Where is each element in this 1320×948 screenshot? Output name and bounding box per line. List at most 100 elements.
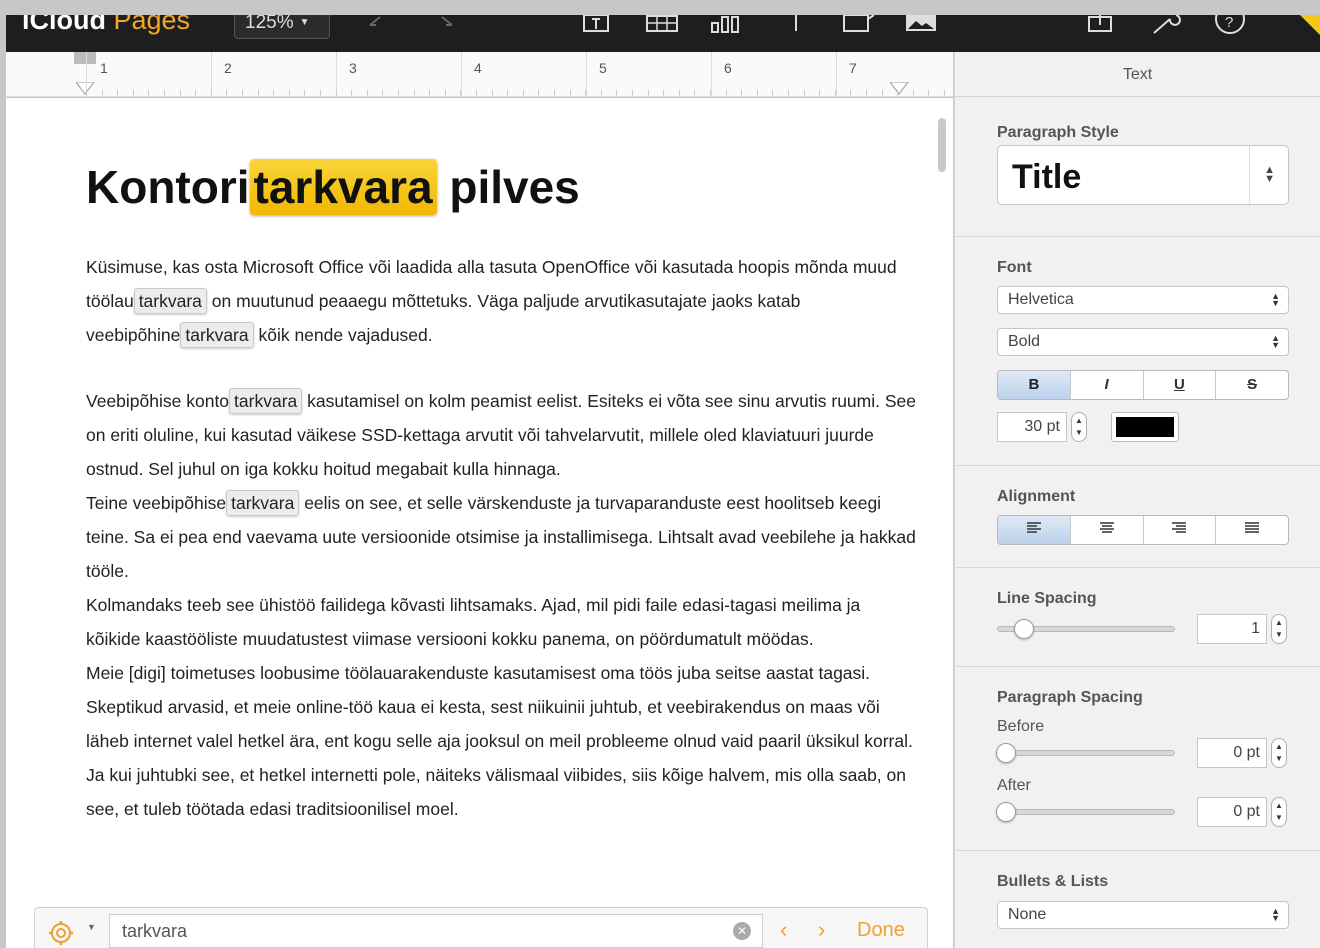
ruler-minor-tick [538,90,539,96]
bullets-lists-select[interactable]: None ▲ ▼ [997,901,1289,929]
ruler-minor-tick [554,90,555,96]
before-spacing-slider-knob[interactable] [996,743,1016,763]
ruler-minor-tick [133,90,134,96]
search-match[interactable]: tarkvara [226,490,300,516]
ruler-minor-tick [835,90,836,96]
alignment-label: Alignment [997,488,1076,505]
paragraph[interactable]: Veebipõhise konto tarkvara kasutamisel on… [86,384,916,486]
document-body[interactable]: Küsimuse, kas osta Microsoft Office või … [86,250,916,826]
bold-button[interactable]: B [998,371,1071,399]
share-icon[interactable] [1086,15,1116,37]
ruler-minor-tick [804,90,805,96]
search-match-current[interactable]: tarkvara [249,159,437,215]
svg-text:?: ? [1225,15,1233,31]
after-spacing-stepper[interactable]: ▲ ▼ [1271,797,1287,827]
ruler-tick [711,52,712,96]
ruler-number: 2 [224,60,232,76]
align-justify-button[interactable] [1216,516,1288,544]
divider [1249,146,1250,204]
corner-badge-icon [1292,15,1320,37]
search-match[interactable]: tarkvara [229,388,303,414]
ruler-minor-tick [913,90,914,96]
redo-icon[interactable] [426,15,456,37]
align-center-button[interactable] [1071,516,1144,544]
ruler-minor-tick [492,90,493,96]
italic-button[interactable]: I [1071,371,1144,399]
help-icon[interactable]: ? [1214,15,1248,37]
find-next-button[interactable]: › [818,917,825,943]
font-size-stepper[interactable]: ▲ ▼ [1071,412,1087,442]
after-spacing-slider[interactable] [997,809,1175,815]
paragraph-style-dropdown[interactable]: Title ▲ ▼ [997,145,1289,205]
find-input[interactable] [109,914,763,948]
ruler[interactable]: 1 2 3 4 5 6 7 [6,52,953,97]
shape-icon[interactable] [842,15,876,37]
ruler-minor-tick [616,90,617,96]
font-size-field[interactable]: 30 pt [997,412,1067,442]
find-previous-button[interactable]: ‹ [780,917,787,943]
ruler-minor-tick [445,90,446,96]
image-icon[interactable] [904,15,938,37]
underline-button[interactable]: U [1144,371,1217,399]
app-brand: iCloud Pages [22,15,190,36]
font-weight-select[interactable]: Bold ▲ ▼ [997,328,1289,356]
ruler-minor-tick [585,90,586,96]
shape-line-icon[interactable] [792,15,800,37]
after-spacing-slider-knob[interactable] [996,802,1016,822]
before-spacing-stepper[interactable]: ▲ ▼ [1271,738,1287,768]
gear-icon[interactable] [47,920,77,948]
before-spacing-field[interactable]: 0 pt [1197,738,1267,768]
search-match[interactable]: tarkvara [133,288,207,314]
ruler-tick [461,52,462,96]
document-scrollbar[interactable] [938,118,946,172]
ruler-minor-tick [632,90,633,96]
ruler-minor-tick [850,90,851,96]
paragraph[interactable]: Meie [digi] toimetuses loobusime töölaua… [86,656,916,826]
indent-marker-icon[interactable] [74,52,96,64]
paragraph[interactable]: Küsimuse, kas osta Microsoft Office või … [86,250,916,352]
font-family-select[interactable]: Helvetica ▲ ▼ [997,286,1289,314]
font-color-well[interactable] [1111,412,1179,442]
before-spacing-slider[interactable] [997,750,1175,756]
document-canvas[interactable]: Kontoritarkvara pilves Küsimuse, kas ost… [6,98,953,948]
text-box-icon[interactable] [582,15,610,37]
ruler-minor-tick [866,90,867,96]
ruler-number: 6 [724,60,732,76]
ruler-minor-tick [897,90,898,96]
align-right-button[interactable] [1144,516,1217,544]
ruler-minor-tick [211,90,212,96]
after-spacing-field[interactable]: 0 pt [1197,797,1267,827]
line-spacing-stepper[interactable]: ▲ ▼ [1271,614,1287,644]
search-match[interactable]: tarkvara [180,322,254,348]
line-spacing-slider-knob[interactable] [1014,619,1034,639]
align-left-button[interactable] [998,516,1071,544]
ruler-minor-tick [772,90,773,96]
ruler-minor-tick [148,90,149,96]
strikethrough-button[interactable]: S [1216,371,1288,399]
ruler-minor-tick [819,90,820,96]
ruler-minor-tick [258,90,259,96]
paragraph-style-section: Paragraph Style Title ▲ ▼ [955,97,1320,236]
document-title[interactable]: Kontoritarkvara pilves [86,159,580,215]
up-down-arrows-icon: ▲ ▼ [1271,333,1280,350]
done-button[interactable]: Done [857,919,905,942]
chevron-down-icon[interactable]: ▼ [87,922,96,932]
undo-icon[interactable] [366,15,396,37]
ruler-minor-tick [336,90,337,96]
tools-icon[interactable] [1150,15,1184,37]
right-margin-marker-icon[interactable] [890,82,910,96]
table-icon[interactable] [646,15,678,37]
line-spacing-field[interactable]: 1 [1197,614,1267,644]
paragraph[interactable]: Kolmandaks teeb see ühistöö failidega kõ… [86,588,916,656]
ruler-minor-tick [507,90,508,96]
paragraph[interactable]: Teine veebipõhise tarkvara eelis on see, … [86,486,916,588]
text-run: kõik nende vajadused. [253,325,433,345]
zoom-dropdown[interactable]: 125% ▼ [234,15,330,39]
after-label: After [997,777,1031,794]
ruler-minor-tick [351,90,352,96]
chart-icon[interactable] [710,15,744,37]
ruler-minor-tick [367,90,368,96]
ruler-minor-tick [382,90,383,96]
clear-search-icon[interactable]: ✕ [733,922,751,940]
tab-text[interactable]: Text [955,52,1320,97]
